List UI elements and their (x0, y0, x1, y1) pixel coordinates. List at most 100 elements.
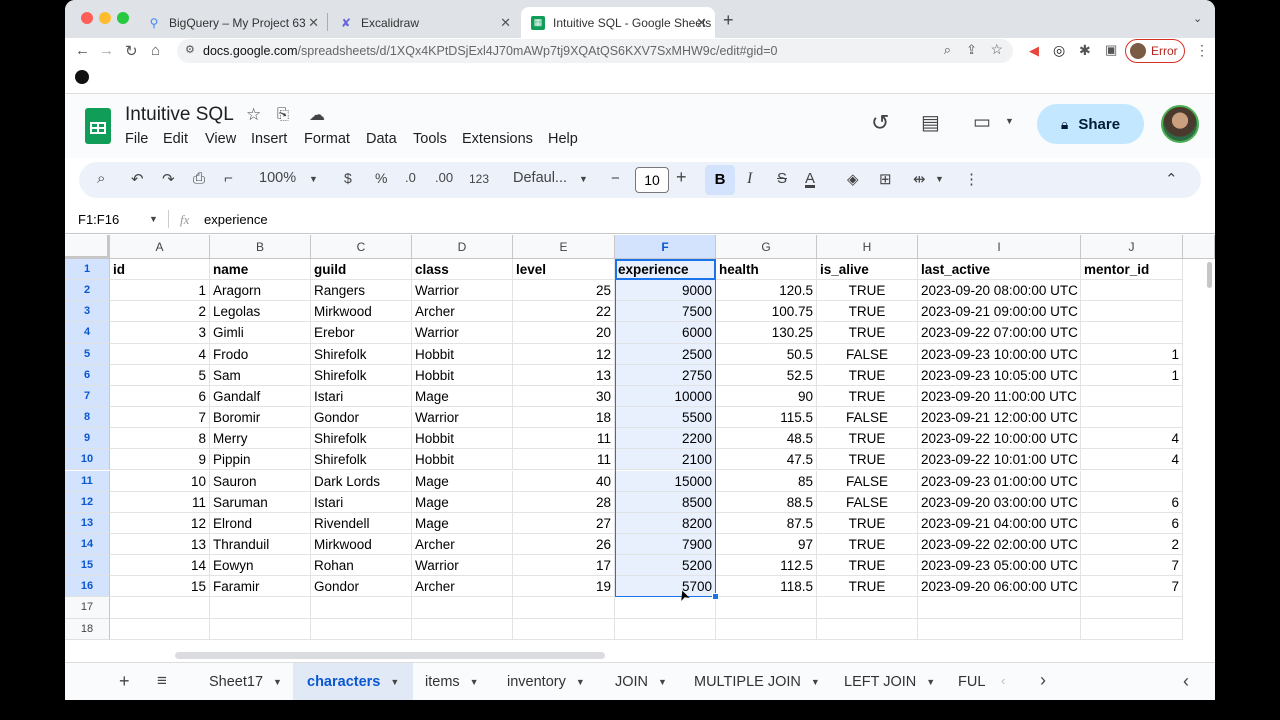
column-header-i[interactable]: I (918, 235, 1081, 259)
horizontal-scrollbar[interactable] (175, 652, 605, 659)
all-sheets-menu-icon[interactable]: ≡ (157, 671, 167, 691)
table-cell[interactable]: 2023-09-22 07:00:00 UTC (918, 322, 1081, 344)
table-cell[interactable]: Warrior (412, 280, 513, 302)
cloud-saved-icon[interactable]: ☁ (309, 105, 325, 125)
table-cell[interactable]: TRUE (817, 301, 918, 323)
table-cell[interactable]: 87.5 (716, 512, 817, 534)
table-cell[interactable]: TRUE (817, 576, 918, 598)
explore-collapse-icon[interactable]: ‹ (1183, 671, 1189, 692)
menu-tools[interactable]: Tools (413, 131, 447, 147)
table-cell[interactable]: 5200 (615, 555, 716, 577)
header-cell[interactable]: class (412, 259, 513, 281)
browser-tab-excalidraw[interactable]: ✘ Excalidraw ✕ (329, 7, 519, 38)
header-cell[interactable]: guild (311, 259, 412, 281)
table-cell[interactable] (311, 618, 412, 640)
sheets-logo-icon[interactable] (85, 108, 111, 144)
side-panel-icon[interactable]: ▣ (1105, 42, 1117, 58)
table-cell[interactable]: 19 (513, 576, 615, 598)
table-cell[interactable]: 14 (110, 555, 210, 577)
paint-format-icon[interactable]: ⌐ (224, 170, 233, 187)
table-cell[interactable]: 2023-09-21 12:00:00 UTC (918, 407, 1081, 429)
table-cell[interactable]: Eowyn (210, 555, 311, 577)
table-cell[interactable] (615, 597, 716, 619)
close-icon[interactable]: ✕ (308, 15, 319, 31)
search-menus-icon[interactable]: ⌕ (97, 170, 105, 187)
github-icon[interactable] (75, 70, 89, 84)
table-cell[interactable]: Legolas (210, 301, 311, 323)
star-icon[interactable]: ☆ (246, 105, 261, 125)
table-cell[interactable]: TRUE (817, 512, 918, 534)
text-color-button[interactable]: A (805, 170, 815, 187)
table-cell[interactable] (110, 618, 210, 640)
table-cell[interactable]: TRUE (817, 322, 918, 344)
table-cell[interactable] (1081, 407, 1183, 429)
table-cell[interactable]: 13 (110, 533, 210, 556)
table-cell[interactable]: Mirkwood (311, 301, 412, 323)
table-cell[interactable]: 5 (110, 364, 210, 386)
scroll-tabs-left-icon[interactable]: ‹ (1001, 673, 1005, 688)
table-cell[interactable]: 15000 (615, 470, 716, 492)
sheet-tab-join[interactable]: JOIN ▼ (601, 663, 681, 700)
header-cell[interactable]: is_alive (817, 259, 918, 281)
row-header[interactable]: 3 (65, 301, 110, 323)
vertical-scrollbar[interactable] (1207, 262, 1212, 288)
table-cell[interactable]: Istari (311, 385, 412, 408)
table-cell[interactable]: 2100 (615, 449, 716, 471)
column-header-f[interactable]: F (615, 235, 716, 259)
table-cell[interactable]: 18 (513, 407, 615, 429)
chevron-down-icon[interactable]: ▼ (390, 677, 399, 687)
currency-format-button[interactable]: $ (344, 170, 352, 186)
row-header[interactable]: 11 (65, 470, 110, 492)
chevron-down-icon[interactable]: ▼ (1005, 116, 1014, 126)
sheet-tab-ful[interactable]: FUL (944, 663, 999, 700)
table-cell[interactable]: 130.25 (716, 322, 817, 344)
table-cell[interactable] (817, 597, 918, 619)
document-title[interactable]: Intuitive SQL (125, 104, 234, 126)
table-cell[interactable] (1081, 618, 1183, 640)
table-cell[interactable]: 9 (110, 449, 210, 471)
spreadsheet-grid[interactable]: A B C D E F G H I J 1 id name guild class level experien… (65, 235, 1215, 650)
header-cell[interactable]: mentor_id (1081, 259, 1183, 281)
table-cell[interactable]: 48.5 (716, 428, 817, 450)
close-icon[interactable]: ✕ (696, 15, 707, 31)
table-cell[interactable]: 2 (1081, 533, 1183, 556)
chevron-down-icon[interactable]: ▼ (811, 677, 820, 687)
column-header-b[interactable]: B (210, 235, 311, 259)
header-cell[interactable]: id (110, 259, 210, 281)
percent-format-button[interactable]: % (375, 170, 387, 186)
collapse-toolbar-icon[interactable]: ⌃ (1165, 170, 1178, 188)
table-cell[interactable]: 112.5 (716, 555, 817, 577)
table-cell[interactable]: 8500 (615, 491, 716, 513)
row-header[interactable]: 13 (65, 512, 110, 534)
column-header-j[interactable]: J (1081, 235, 1183, 259)
table-cell[interactable]: Hobbit (412, 449, 513, 471)
table-cell[interactable]: Dark Lords (311, 470, 412, 492)
table-cell[interactable]: 11 (110, 491, 210, 513)
table-cell[interactable]: TRUE (817, 385, 918, 408)
menu-data[interactable]: Data (366, 131, 397, 147)
table-cell[interactable] (1081, 301, 1183, 323)
table-cell[interactable]: 2023-09-21 04:00:00 UTC (918, 512, 1081, 534)
table-cell[interactable]: 2023-09-22 02:00:00 UTC (918, 533, 1081, 556)
table-cell[interactable]: 3 (110, 322, 210, 344)
table-cell[interactable] (1081, 322, 1183, 344)
scroll-tabs-right-icon[interactable]: › (1040, 670, 1046, 691)
table-cell[interactable]: Warrior (412, 555, 513, 577)
table-cell[interactable]: Boromir (210, 407, 311, 429)
row-header[interactable]: 10 (65, 449, 110, 471)
chevron-down-icon[interactable]: ▼ (935, 174, 944, 184)
table-cell[interactable]: Thranduil (210, 533, 311, 556)
table-cell[interactable] (210, 597, 311, 619)
zoom-icon[interactable]: ⌕ (944, 42, 951, 58)
table-cell[interactable]: Rohan (311, 555, 412, 577)
table-cell[interactable]: 6000 (615, 322, 716, 344)
table-cell[interactable]: 97 (716, 533, 817, 556)
close-icon[interactable]: ✕ (500, 15, 511, 31)
table-cell[interactable]: 27 (513, 512, 615, 534)
table-cell[interactable]: 2500 (615, 343, 716, 365)
header-cell[interactable]: experience (615, 259, 716, 281)
menu-edit[interactable]: Edit (163, 131, 188, 147)
maximize-window-button[interactable] (117, 12, 129, 24)
table-cell[interactable]: 2 (110, 301, 210, 323)
table-cell[interactable] (1081, 280, 1183, 302)
